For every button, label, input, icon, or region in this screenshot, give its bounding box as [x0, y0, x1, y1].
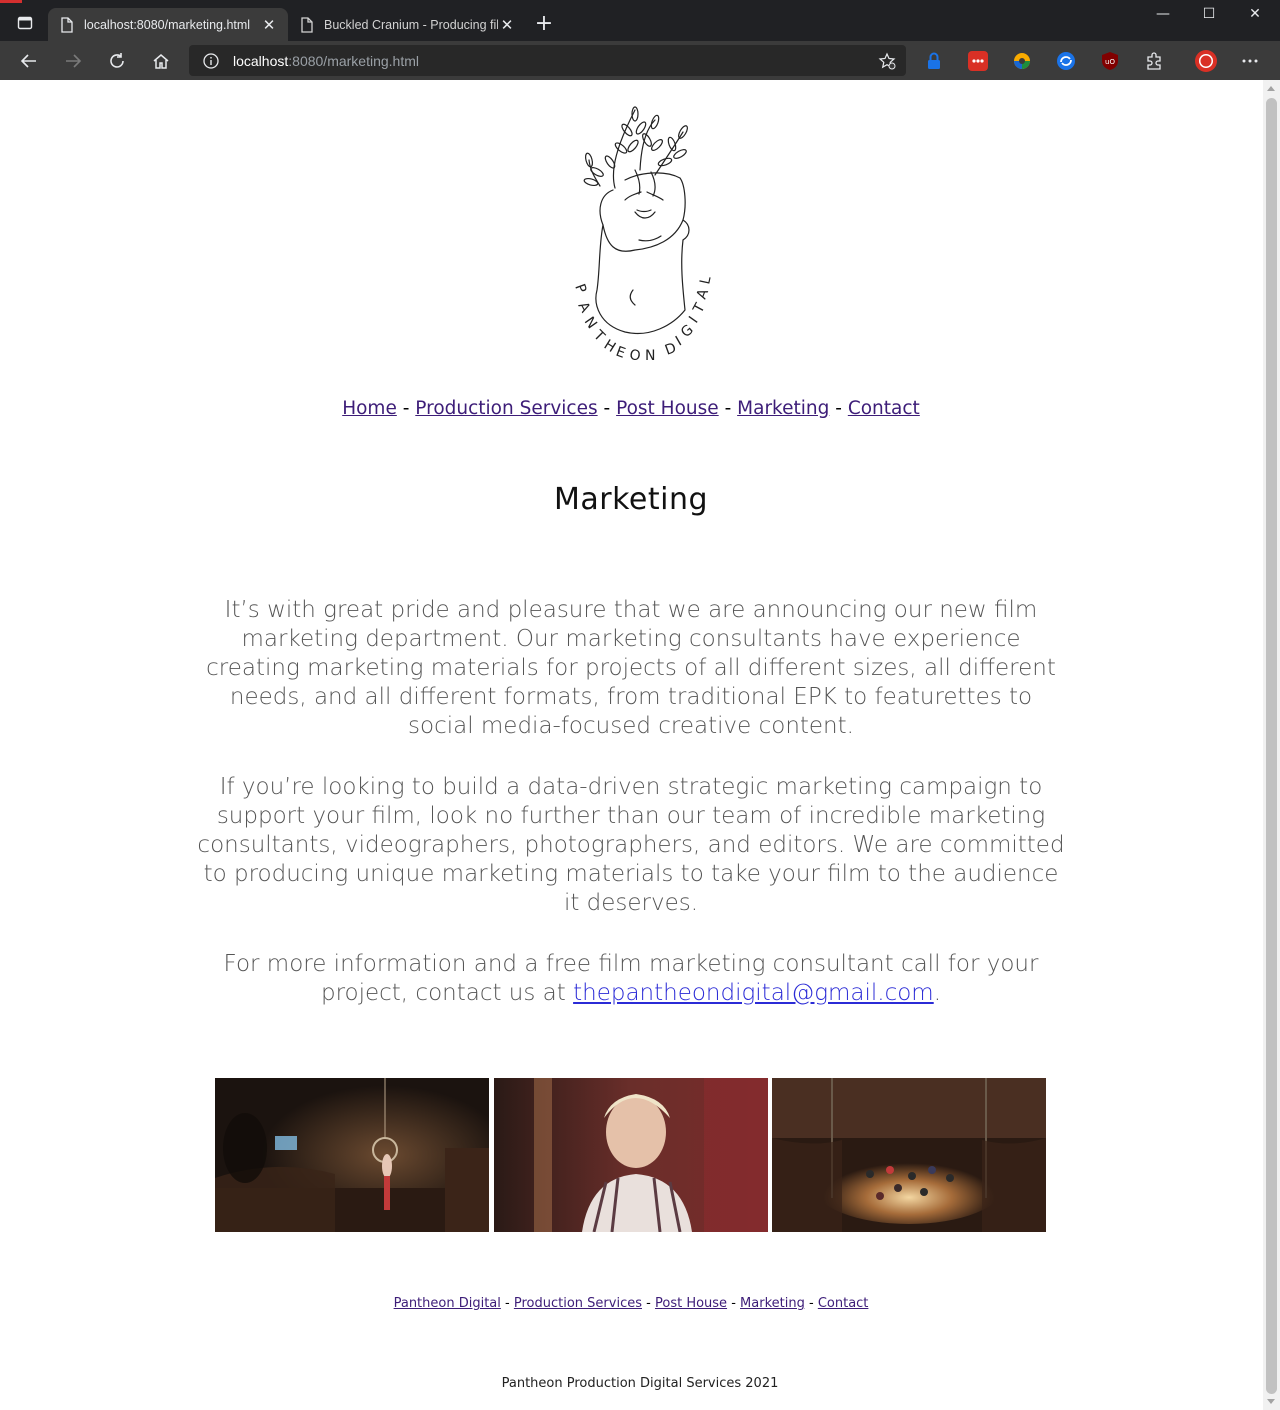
ublock-origin-icon[interactable]: uO: [1100, 51, 1120, 71]
gallery-image-circus-stage[interactable]: [772, 1078, 1046, 1232]
reload-icon: [110, 53, 124, 68]
scroll-up-icon[interactable]: [1267, 86, 1275, 91]
footer-link-production-services[interactable]: Production Services: [514, 1296, 642, 1311]
nav-link-home[interactable]: Home: [342, 398, 397, 419]
url-host: localhost: [233, 52, 289, 69]
interview-photo: [494, 1078, 768, 1232]
tab-title: localhost:8080/marketing.html: [84, 17, 251, 32]
forward-button[interactable]: [60, 48, 86, 74]
lastpass-icon[interactable]: [968, 51, 988, 71]
home-icon: [153, 54, 169, 69]
scroll-down-icon[interactable]: [1267, 1399, 1275, 1404]
footer-separator: -: [505, 1296, 510, 1311]
footer-link-contact[interactable]: Contact: [818, 1296, 869, 1311]
more-menu-icon[interactable]: [1240, 51, 1260, 71]
main-navigation: Home - Production Services - Post House …: [0, 398, 1262, 419]
svg-text:N: N: [645, 348, 657, 364]
forward-arrow-icon: [66, 54, 82, 68]
circus-stage-photo: [772, 1078, 1046, 1232]
nav-link-production-services[interactable]: Production Services: [415, 398, 597, 419]
svg-text:uO: uO: [1105, 58, 1115, 66]
tab-actions-button[interactable]: [8, 9, 42, 37]
page-icon: [301, 16, 313, 33]
profile-avatar-icon[interactable]: [1194, 49, 1218, 73]
svg-text:L: L: [697, 273, 715, 286]
intro-paragraph: It’s with great pride and pleasure that …: [206, 597, 1056, 739]
copyright-text: Pantheon Production Digital Services 202…: [501, 1376, 779, 1391]
contact-paragraph: For more information and a free film mar…: [196, 950, 1066, 1008]
password-manager-icon[interactable]: [924, 51, 944, 71]
nav-separator: -: [402, 398, 410, 419]
nav-link-marketing[interactable]: Marketing: [737, 398, 829, 419]
tab-actions-icon: [17, 16, 33, 30]
statue-head-logo-icon: P A N T H E O N D I G I T A L: [571, 106, 715, 365]
page-icon: [61, 16, 73, 33]
svg-text:T: T: [690, 299, 710, 317]
campaign-paragraph: If you’re looking to build a data-driven…: [197, 774, 1065, 916]
footer-navigation: Pantheon Digital - Production Services -…: [0, 1296, 1262, 1311]
new-tab-icon[interactable]: +: [532, 12, 556, 36]
window-accent: [0, 0, 22, 3]
minimize-icon[interactable]: —: [1140, 6, 1186, 26]
nav-link-contact[interactable]: Contact: [848, 398, 920, 419]
extensions-puzzle-icon[interactable]: [1144, 51, 1164, 71]
footer-separator: -: [808, 1296, 814, 1311]
sync-extension-icon[interactable]: [1056, 51, 1076, 71]
footer-separator: -: [731, 1296, 736, 1311]
tab-buckled-cranium[interactable]: Buckled Cranium - Producing film ✕: [288, 8, 526, 41]
svg-text:A: A: [694, 285, 713, 301]
tab-marketing[interactable]: localhost:8080/marketing.html ✕: [48, 8, 288, 41]
maximize-icon[interactable]: ☐: [1186, 6, 1232, 26]
scrollbar-thumb[interactable]: [1266, 98, 1277, 1394]
back-arrow-icon: [20, 54, 36, 68]
close-window-icon[interactable]: ✕: [1232, 6, 1278, 26]
browser-toolbar: localhost:8080/marketing.html uO: [0, 41, 1280, 80]
gallery-image-interview[interactable]: [494, 1078, 768, 1232]
page-scrollbar[interactable]: [1263, 80, 1280, 1410]
page-title: Marketing: [553, 482, 709, 517]
close-tab-icon[interactable]: ✕: [498, 16, 516, 34]
footer-link-post-house[interactable]: Post House: [655, 1296, 727, 1311]
url-text: localhost:8080/marketing.html: [233, 53, 419, 69]
nav-separator: -: [835, 398, 842, 419]
back-button[interactable]: [16, 48, 42, 74]
footer-separator: -: [646, 1296, 651, 1311]
close-tab-icon[interactable]: ✕: [260, 16, 278, 34]
nav-separator: -: [724, 398, 732, 419]
email-link[interactable]: thepantheondigital@gmail.com: [573, 980, 934, 1006]
svg-text:O: O: [628, 347, 643, 365]
pantheon-logo[interactable]: P A N T H E O N D I G I T A L: [555, 100, 725, 368]
reload-button[interactable]: [104, 48, 130, 74]
nav-separator: -: [603, 398, 611, 419]
address-bar[interactable]: localhost:8080/marketing.html: [189, 45, 906, 76]
url-path: :8080/marketing.html: [288, 52, 419, 69]
tab-title: Buckled Cranium - Producing film: [324, 17, 498, 32]
svg-text:P: P: [571, 282, 590, 297]
site-info-icon[interactable]: [203, 52, 219, 69]
browser-tab-bar: localhost:8080/marketing.html ✕ Buckled …: [0, 0, 1280, 41]
svg-text:A: A: [574, 299, 594, 317]
home-button[interactable]: [148, 48, 174, 74]
gallery-image-aerial-performer[interactable]: [215, 1078, 489, 1232]
color-picker-extension-icon[interactable]: [1012, 51, 1032, 71]
nav-link-post-house[interactable]: Post House: [616, 398, 719, 419]
add-favorite-icon[interactable]: [878, 52, 896, 70]
footer-link-marketing[interactable]: Marketing: [740, 1296, 805, 1311]
contact-paragraph-end: .: [933, 980, 942, 1006]
aerial-performer-photo: [215, 1078, 489, 1232]
footer-link-home[interactable]: Pantheon Digital: [394, 1296, 501, 1311]
